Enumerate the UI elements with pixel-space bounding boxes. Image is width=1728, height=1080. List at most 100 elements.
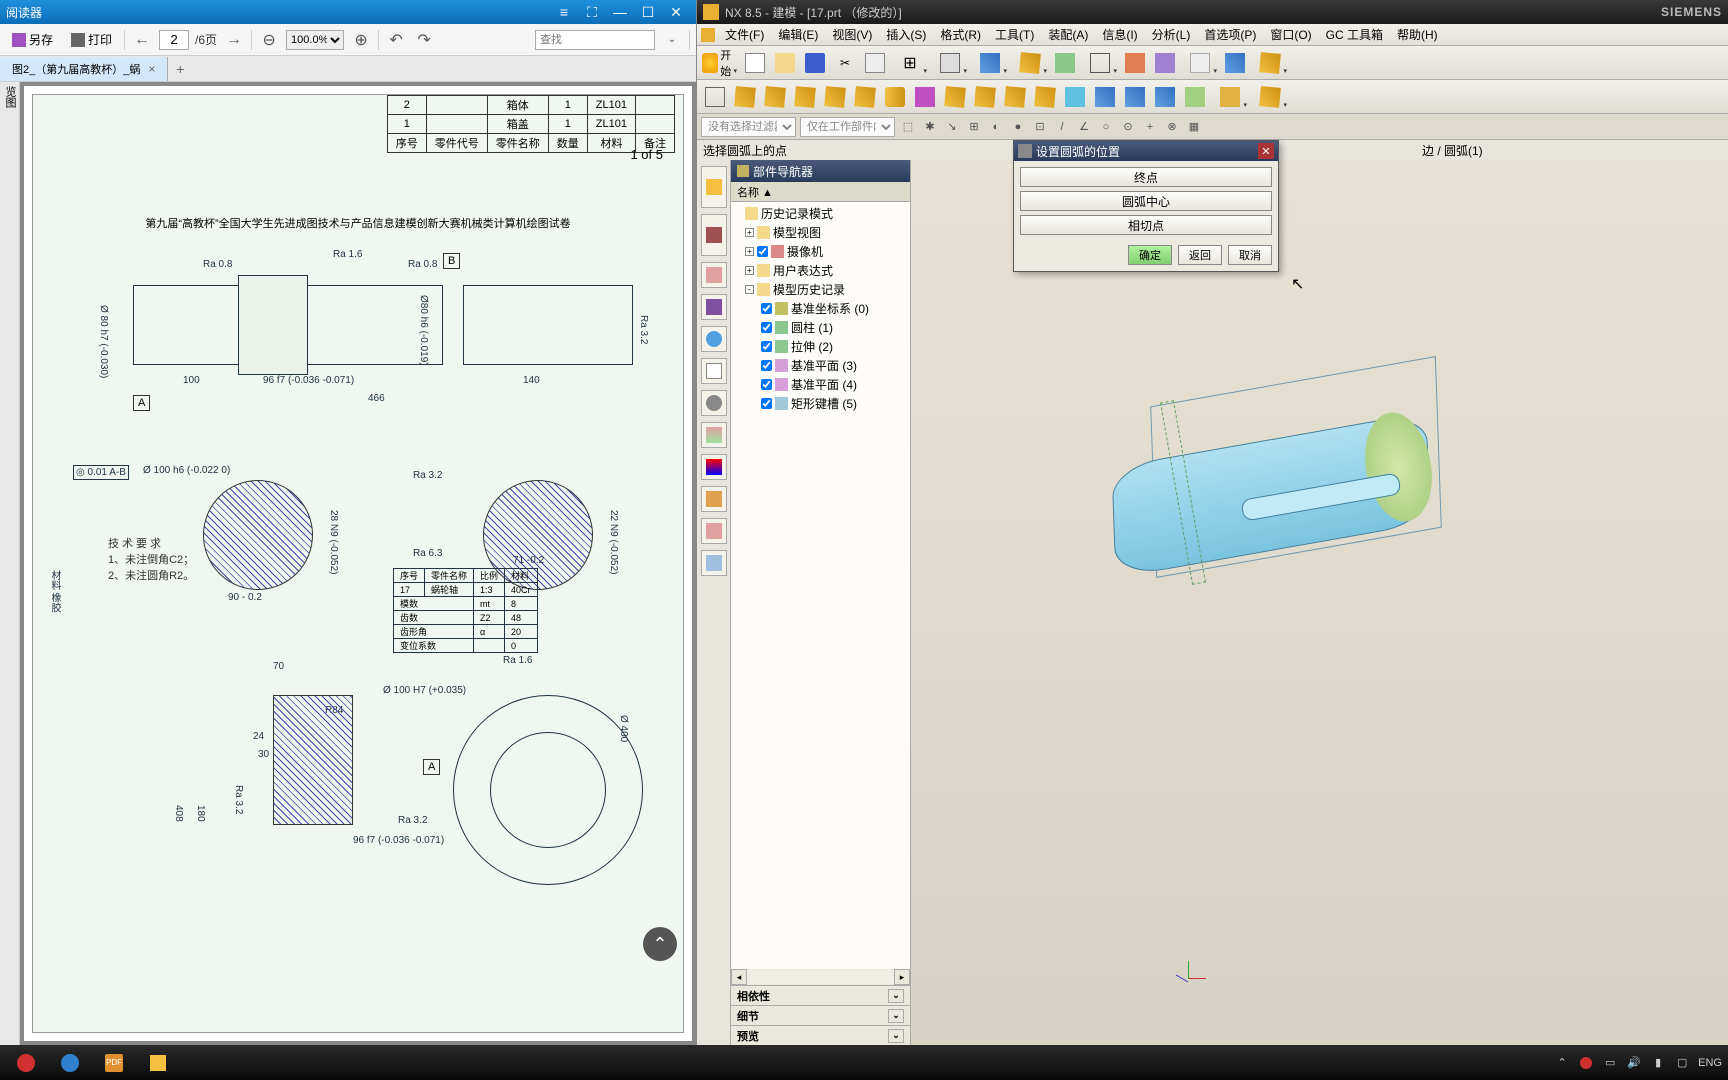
tree-cameras[interactable]: +摄像机 <box>733 242 908 261</box>
save-as-button[interactable]: 另存 <box>6 28 59 51</box>
option-endpoint[interactable]: 终点 <box>1020 167 1272 187</box>
new-button[interactable] <box>741 49 769 77</box>
sel-btn-10[interactable]: ○ <box>1097 118 1115 136</box>
tray-battery-icon[interactable]: ▭ <box>1602 1055 1618 1071</box>
menu-tools[interactable]: 工具(T) <box>989 24 1040 45</box>
pdf-tab-active[interactable]: 图2_（第九届高教杯）_蜗 × <box>0 57 168 81</box>
dialog-close-button[interactable]: ✕ <box>1258 143 1274 159</box>
menu-assembly[interactable]: 装配(A) <box>1042 24 1094 45</box>
sel-btn-13[interactable]: ⊗ <box>1163 118 1181 136</box>
menu-help[interactable]: 帮助(H) <box>1391 24 1444 45</box>
resource-btn-5[interactable] <box>701 326 727 352</box>
search-dropdown[interactable]: ⌄ <box>661 29 683 51</box>
tb2-16[interactable] <box>1151 83 1179 111</box>
pdf-maximize-button[interactable]: ☐ <box>634 2 662 22</box>
nav-section-dependency[interactable]: 相依性⌄ <box>731 985 910 1005</box>
tb2-10[interactable] <box>971 83 999 111</box>
rotate-left-button[interactable]: ↶ <box>385 29 407 51</box>
tb2-18[interactable]: ▾ <box>1211 83 1249 111</box>
fit-button[interactable]: ⊞▾ <box>891 49 929 77</box>
option-arc-center[interactable]: 圆弧中心 <box>1020 191 1272 211</box>
resource-btn-3[interactable] <box>701 262 727 288</box>
tree-extrude[interactable]: 拉伸 (2) <box>733 337 908 356</box>
print-button[interactable]: ▾ <box>931 49 969 77</box>
copy-button[interactable] <box>861 49 889 77</box>
feature-btn-8[interactable] <box>1221 49 1249 77</box>
tray-network-icon[interactable]: ▮ <box>1650 1055 1666 1071</box>
tray-volume-icon[interactable]: 🔊 <box>1626 1055 1642 1071</box>
prev-page-button[interactable]: ← <box>131 29 153 51</box>
tree-cylinder[interactable]: 圆柱 (1) <box>733 318 908 337</box>
resource-btn-2[interactable] <box>701 214 727 256</box>
sel-btn-7[interactable]: ⊡ <box>1031 118 1049 136</box>
resource-btn-7[interactable] <box>701 390 727 416</box>
taskbar-app-3[interactable]: PDF <box>94 1048 134 1078</box>
sel-btn-12[interactable]: + <box>1141 118 1159 136</box>
tree-model-views[interactable]: +模型视图 <box>733 223 908 242</box>
tb2-6[interactable] <box>851 83 879 111</box>
pdf-minimize-button[interactable]: — <box>606 2 634 22</box>
tb2-8[interactable] <box>911 83 939 111</box>
tray-language[interactable]: ENG <box>1698 1057 1722 1069</box>
dialog-titlebar[interactable]: 设置圆弧的位置 ✕ <box>1014 141 1278 161</box>
tb2-3[interactable] <box>761 83 789 111</box>
sel-btn-11[interactable]: ⊙ <box>1119 118 1137 136</box>
tree-datum-csys[interactable]: 基准坐标系 (0) <box>733 299 908 318</box>
sel-btn-3[interactable]: ↘ <box>943 118 961 136</box>
resource-btn-6[interactable] <box>701 358 727 384</box>
scroll-to-top-button[interactable]: ⌃ <box>643 927 677 961</box>
navigator-column-header[interactable]: 名称 ▲ <box>731 182 910 202</box>
feature-btn-4[interactable]: ▾ <box>1081 49 1119 77</box>
next-page-button[interactable]: → <box>223 29 245 51</box>
menu-info[interactable]: 信息(I) <box>1096 24 1143 45</box>
tree-datum-plane-4[interactable]: 基准平面 (4) <box>733 375 908 394</box>
nav-section-detail[interactable]: 细节⌄ <box>731 1005 910 1025</box>
selection-filter-2[interactable]: 仅在工作部件内 <box>800 117 895 137</box>
feature-btn-5[interactable] <box>1121 49 1149 77</box>
ok-button[interactable]: 确定 <box>1128 245 1172 265</box>
sel-btn-8[interactable]: / <box>1053 118 1071 136</box>
pdf-sidebar-label[interactable]: 览图 <box>0 82 20 1045</box>
menu-gc-toolbox[interactable]: GC 工具箱 <box>1320 24 1389 45</box>
option-tangent[interactable]: 相切点 <box>1020 215 1272 235</box>
tb2-12[interactable] <box>1031 83 1059 111</box>
tree-model-history[interactable]: -模型历史记录 <box>733 280 908 299</box>
tb2-5[interactable] <box>821 83 849 111</box>
resource-btn-12[interactable] <box>701 550 727 576</box>
sel-btn-1[interactable]: ⬚ <box>899 118 917 136</box>
tb2-4[interactable] <box>791 83 819 111</box>
tree-history-mode[interactable]: 历史记录模式 <box>733 204 908 223</box>
cut-button[interactable]: ✂ <box>831 49 859 77</box>
pdf-titlebar[interactable]: 阅读器 ≡ ⛶ — ☐ ✕ <box>0 0 696 24</box>
tree-user-expr[interactable]: +用户表达式 <box>733 261 908 280</box>
menu-format[interactable]: 格式(R) <box>934 24 987 45</box>
sel-btn-14[interactable]: ▦ <box>1185 118 1203 136</box>
navigator-hscroll[interactable]: ◂▸ <box>731 969 910 985</box>
zoom-in-button[interactable]: ⊕ <box>350 29 372 51</box>
feature-btn-1[interactable]: ▾ <box>971 49 1009 77</box>
save-button[interactable] <box>801 49 829 77</box>
pdf-fullscreen-button[interactable]: ⛶ <box>578 2 606 22</box>
tree-datum-plane-3[interactable]: 基准平面 (3) <box>733 356 908 375</box>
tray-chevron-icon[interactable]: ⌃ <box>1554 1055 1570 1071</box>
taskbar-app-2[interactable] <box>50 1048 90 1078</box>
start-button[interactable]: 开始▾ <box>701 49 739 77</box>
pdf-page[interactable]: 2箱体1ZL101 1箱盖1ZL101 序号零件代号零件名称数量材料备注 1 o… <box>24 86 692 1041</box>
resource-btn-1[interactable] <box>701 166 727 208</box>
menu-analysis[interactable]: 分析(L) <box>1146 24 1197 45</box>
sel-btn-4[interactable]: ⊞ <box>965 118 983 136</box>
feature-tree[interactable]: 历史记录模式 +模型视图 +摄像机 +用户表达式 -模型历史记录 基准坐标系 (… <box>731 202 910 969</box>
cancel-button[interactable]: 取消 <box>1228 245 1272 265</box>
zoom-select[interactable]: 100.0% <box>286 30 344 50</box>
page-number-input[interactable] <box>159 30 189 50</box>
tb2-7[interactable] <box>881 83 909 111</box>
back-button[interactable]: 返回 <box>1178 245 1222 265</box>
tb2-11[interactable] <box>1001 83 1029 111</box>
pdf-close-button[interactable]: ✕ <box>662 2 690 22</box>
menu-prefs[interactable]: 首选项(P) <box>1198 24 1262 45</box>
menu-window[interactable]: 窗口(O) <box>1264 24 1317 45</box>
sel-btn-9[interactable]: ∠ <box>1075 118 1093 136</box>
print-button[interactable]: 打印 <box>65 28 118 51</box>
zoom-out-button[interactable]: ⊖ <box>258 29 280 51</box>
resource-btn-9[interactable] <box>701 454 727 480</box>
